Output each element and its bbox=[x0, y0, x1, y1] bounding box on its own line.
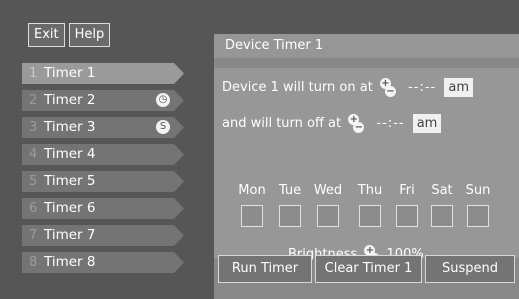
day-checkbox-wed[interactable] bbox=[317, 205, 339, 227]
clear-timer-button[interactable]: Clear Timer 1 bbox=[315, 255, 422, 283]
off-ampm-toggle[interactable]: am bbox=[412, 114, 442, 133]
timer-item-2[interactable]: 2 Timer 2 ◷ bbox=[22, 90, 184, 111]
timer-list: 1 Timer 1 2 Timer 2 ◷ 3 Timer 3 S 4 Time… bbox=[22, 63, 184, 279]
top-buttons: Exit Help bbox=[28, 23, 111, 47]
day-checkbox-tue[interactable] bbox=[279, 205, 301, 227]
day-wed: Wed bbox=[310, 183, 346, 227]
turn-off-row: and will turn off at + − --:-- am bbox=[222, 113, 442, 135]
day-label: Thu bbox=[357, 183, 383, 198]
help-button[interactable]: Help bbox=[68, 23, 111, 47]
suspend-button[interactable]: Suspend bbox=[425, 255, 515, 283]
minus-icon[interactable]: − bbox=[384, 86, 396, 97]
timer-number: 2 bbox=[29, 93, 38, 108]
day-checkbox-sun[interactable] bbox=[467, 205, 489, 227]
on-time-value: --:-- bbox=[408, 80, 437, 95]
timer-number: 3 bbox=[29, 120, 38, 135]
timer-number: 7 bbox=[29, 228, 38, 243]
day-checkbox-mon[interactable] bbox=[241, 205, 263, 227]
timer-number: 8 bbox=[29, 255, 38, 270]
turn-off-label: and will turn off at bbox=[222, 116, 342, 131]
timer-label: Timer 7 bbox=[44, 227, 96, 243]
run-timer-button[interactable]: Run Timer bbox=[218, 255, 312, 283]
timer-item-4[interactable]: 4 Timer 4 bbox=[22, 144, 184, 165]
timer-label: Timer 2 bbox=[44, 92, 96, 108]
sidebar: Exit Help 1 Timer 1 2 Timer 2 ◷ 3 Timer … bbox=[0, 0, 210, 299]
timer-number: 1 bbox=[29, 66, 38, 81]
timer-label: Timer 4 bbox=[44, 146, 96, 162]
day-label: Wed bbox=[313, 183, 343, 198]
day-thu: Thu bbox=[352, 183, 388, 227]
timer-item-7[interactable]: 7 Timer 7 bbox=[22, 225, 184, 246]
off-time-stepper[interactable]: + − bbox=[348, 113, 366, 135]
timer-label: Timer 8 bbox=[44, 254, 96, 270]
timer-label: Timer 3 bbox=[44, 119, 96, 135]
off-time-value: --:-- bbox=[376, 116, 405, 131]
timer-label: Timer 5 bbox=[44, 173, 96, 189]
day-label: Mon bbox=[238, 183, 266, 198]
on-ampm-toggle[interactable]: am bbox=[444, 78, 474, 97]
timer-item-3[interactable]: 3 Timer 3 S bbox=[22, 117, 184, 138]
timer-item-1[interactable]: 1 Timer 1 bbox=[22, 63, 184, 84]
day-label: Sun bbox=[465, 183, 491, 198]
day-sun: Sun bbox=[460, 183, 496, 227]
day-label: Fri bbox=[399, 183, 415, 198]
exit-button[interactable]: Exit bbox=[28, 23, 65, 47]
timer-item-8[interactable]: 8 Timer 8 bbox=[22, 252, 184, 273]
turn-on-label: Device 1 will turn on at bbox=[222, 80, 373, 95]
day-label: Sat bbox=[431, 183, 453, 198]
panel-body: Device 1 will turn on at + − --:-- am an… bbox=[214, 68, 519, 264]
timer-label: Timer 1 bbox=[44, 65, 96, 81]
timer-label: Timer 6 bbox=[44, 200, 96, 216]
turn-on-row: Device 1 will turn on at + − --:-- am bbox=[222, 77, 474, 99]
minus-icon[interactable]: − bbox=[353, 122, 365, 133]
day-checkbox-fri[interactable] bbox=[396, 205, 418, 227]
timer-item-5[interactable]: 5 Timer 5 bbox=[22, 171, 184, 192]
day-tue: Tue bbox=[272, 183, 308, 227]
device-timer-screen: Exit Help 1 Timer 1 2 Timer 2 ◷ 3 Timer … bbox=[0, 0, 519, 299]
suspend-icon: S bbox=[156, 120, 170, 134]
timer-number: 4 bbox=[29, 147, 38, 162]
panel-title: Device Timer 1 bbox=[214, 34, 519, 58]
day-fri: Fri bbox=[389, 183, 425, 227]
timer-number: 6 bbox=[29, 201, 38, 216]
day-checkbox-thu[interactable] bbox=[359, 205, 381, 227]
clock-icon: ◷ bbox=[156, 93, 170, 107]
day-label: Tue bbox=[278, 183, 302, 198]
on-time-stepper[interactable]: + − bbox=[379, 77, 398, 99]
day-sat: Sat bbox=[424, 183, 460, 227]
timer-item-6[interactable]: 6 Timer 6 bbox=[22, 198, 184, 219]
day-checkbox-sat[interactable] bbox=[431, 205, 453, 227]
timer-number: 5 bbox=[29, 174, 38, 189]
day-mon: Mon bbox=[234, 183, 270, 227]
